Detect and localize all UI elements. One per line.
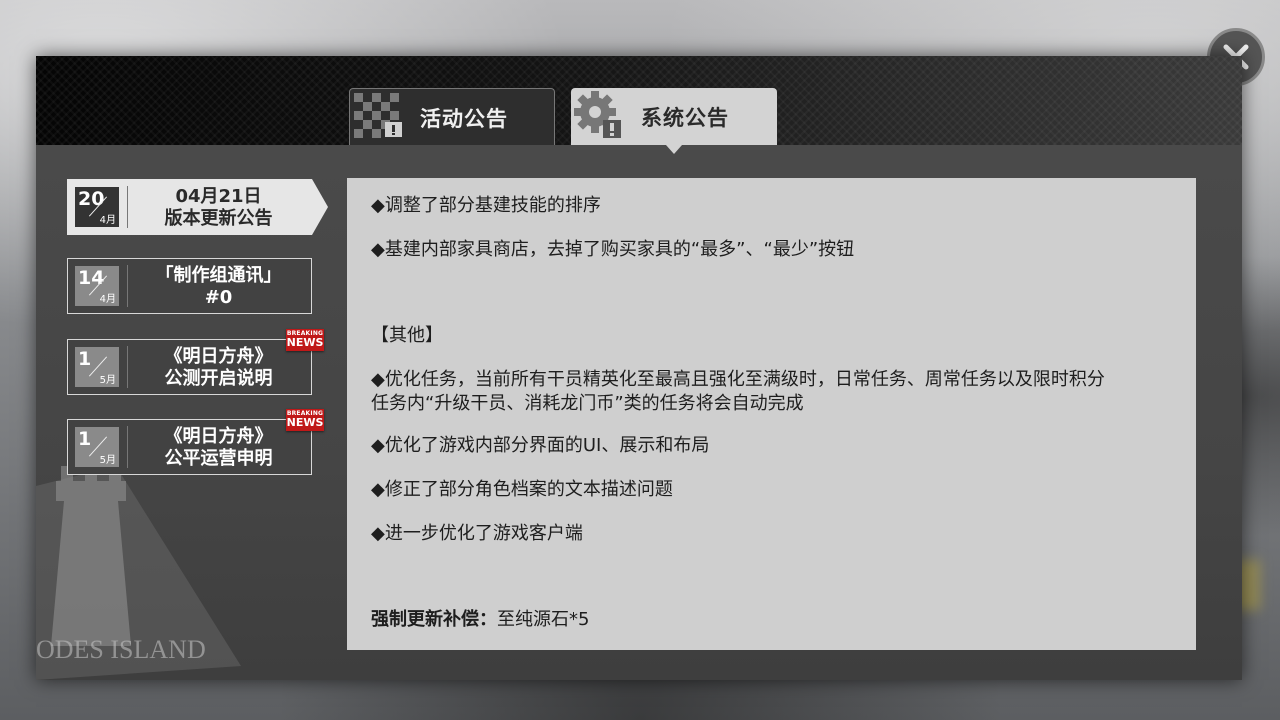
compensation-value: 至纯源石*5 (497, 609, 590, 630)
notice-title-line1: 04月21日 (175, 186, 262, 207)
notice-title-line1: 《明日方舟》 (164, 346, 273, 367)
date-day: 1 (78, 428, 92, 450)
date-badge: 20 4月 (75, 187, 119, 227)
active-item-arrow (312, 179, 328, 235)
notice-title-line1: 《明日方舟》 (164, 426, 273, 447)
tab-system-label: 系统公告 (641, 106, 729, 130)
tab-system-announcements[interactable]: 系统公告 (571, 88, 777, 145)
notice-title: 《明日方舟》 公平运营申明 (130, 426, 307, 470)
announcement-panel: 活动公告 系统公告 ODES ISLAND 20 4月 04月21日 版本更新公… (36, 56, 1242, 680)
gear-alert-icon (574, 91, 621, 138)
notice-item-open-beta[interactable]: 1 5月 《明日方舟》 公测开启说明 BREAKING NEWS (67, 329, 324, 395)
content-line: ◆修正了部分角色档案的文本描述问题 (371, 479, 673, 500)
notice-item-fair-operation[interactable]: 1 5月 《明日方舟》 公平运营申明 BREAKING NEWS (67, 409, 324, 475)
compensation-label: 强制更新补偿： (371, 609, 497, 630)
content-line: ◆基建内部家具商店，去掉了购买家具的“最多”、“最少”按钮 (371, 239, 855, 260)
rhodes-island-emblem: ODES ISLAND (36, 466, 241, 680)
notice-divider (127, 346, 128, 388)
date-day: 14 (78, 267, 105, 289)
date-badge: 1 5月 (75, 347, 119, 387)
content-line: ◆优化了游戏内部分界面的UI、展示和布局 (371, 435, 710, 456)
date-badge: 14 4月 (75, 266, 119, 306)
badge-big-text: NEWS (286, 336, 324, 349)
notice-title-line2: #0 (204, 287, 233, 308)
tab-activity-label: 活动公告 (420, 107, 508, 131)
notice-divider (127, 265, 128, 307)
compensation-line: 强制更新补偿：至纯源石*5 (371, 608, 1171, 632)
date-month: 5月 (99, 455, 116, 466)
active-tab-pointer (666, 145, 682, 154)
notice-title: 《明日方舟》 公测开启说明 (130, 346, 307, 390)
date-month: 4月 (99, 215, 116, 226)
content-line: ◆进一步优化了游戏客户端 (371, 523, 583, 544)
tab-activity-announcements[interactable]: 活动公告 (349, 88, 555, 145)
notice-divider (127, 426, 128, 468)
notice-title-line2: 版本更新公告 (164, 208, 273, 229)
notice-title-line2: 公测开启说明 (164, 368, 273, 389)
date-badge: 1 5月 (75, 427, 119, 467)
announcement-content[interactable]: ◆调整了部分基建技能的排序 ◆基建内部家具商店，去掉了购买家具的“最多”、“最少… (347, 178, 1196, 650)
notice-title: 04月21日 版本更新公告 (130, 186, 307, 230)
content-line: ◆调整了部分基建技能的排序 (371, 195, 601, 216)
date-month: 4月 (99, 294, 116, 305)
breaking-news-badge: BREAKING NEWS (286, 409, 324, 431)
date-day: 1 (78, 348, 92, 370)
breaking-news-badge: BREAKING NEWS (286, 329, 324, 351)
svg-text:ODES ISLAND: ODES ISLAND (36, 635, 206, 664)
date-month: 5月 (99, 375, 116, 386)
notice-divider (127, 186, 128, 228)
badge-big-text: NEWS (286, 416, 324, 429)
notice-item-dev-newsletter[interactable]: 14 4月 「制作组通讯」 #0 (67, 258, 312, 314)
content-line: 任务内“升级干员、消耗龙门币”类的任务将会自动完成 (371, 393, 804, 414)
content-line: ◆优化任务，当前所有干员精英化至最高且强化至满级时，日常任务、周常任务以及限时积… (371, 369, 1105, 390)
notice-title-line2: 公平运营申明 (164, 448, 273, 469)
content-section-heading: 【其他】 (371, 325, 443, 346)
date-day: 20 (78, 188, 105, 210)
notice-title-line1: 「制作组通讯」 (155, 265, 282, 286)
notice-item-version-update[interactable]: 20 4月 04月21日 版本更新公告 (67, 179, 328, 235)
notice-title: 「制作组通讯」 #0 (130, 265, 307, 309)
checkered-flag-icon (354, 93, 402, 138)
